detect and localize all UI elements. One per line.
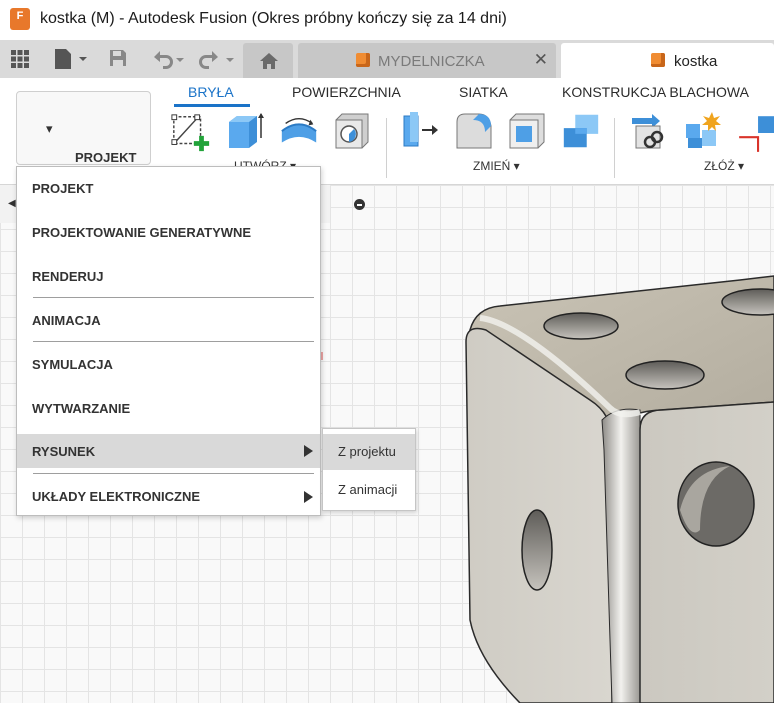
group-label-zloz[interactable]: ZŁÓŻ ▾ bbox=[704, 159, 744, 173]
submenu-item-z-projektu[interactable]: Z projektu bbox=[323, 434, 415, 470]
window-title: kostka (M) - Autodesk Fusion (Okres prób… bbox=[40, 10, 507, 27]
tab-label: MYDELNICZKA bbox=[378, 53, 485, 70]
logo-letter: F bbox=[16, 10, 24, 22]
menu-item-renderuj[interactable]: RENDERUJ bbox=[17, 255, 320, 297]
submenu-arrow-icon bbox=[304, 491, 313, 503]
menu-item-wytwarzanie[interactable]: WYTWARZANIE bbox=[17, 387, 320, 429]
grid-apps-icon[interactable] bbox=[10, 49, 30, 69]
tab-powierzchnia[interactable]: POWIERZCHNIA bbox=[292, 84, 401, 100]
joint-icon[interactable] bbox=[682, 110, 724, 152]
tab-kostka[interactable]: kostka bbox=[561, 43, 774, 80]
menu-item-symulacja[interactable]: SYMULACJA bbox=[17, 343, 320, 385]
as-built-joint-icon[interactable] bbox=[736, 112, 774, 154]
title-bar: F kostka (M) - Autodesk Fusion (Okres pr… bbox=[0, 0, 774, 40]
undo-icon[interactable] bbox=[150, 48, 186, 70]
menu-item-projekt[interactable]: PROJEKT bbox=[17, 167, 320, 209]
submenu-arrow-icon bbox=[304, 445, 313, 457]
component-cube-icon bbox=[356, 53, 370, 67]
menu-divider bbox=[33, 341, 314, 342]
shell-icon[interactable] bbox=[506, 110, 548, 152]
new-component-icon[interactable] bbox=[628, 110, 670, 152]
tab-konstrukcja-blachowa[interactable]: KONSTRUKCJA BLACHOWA bbox=[562, 84, 749, 100]
component-cube-icon bbox=[651, 53, 665, 67]
save-icon[interactable] bbox=[108, 48, 128, 68]
ribbon-separator bbox=[386, 118, 387, 178]
workspace-switcher-button[interactable]: PROJEKT ▾ bbox=[16, 91, 151, 165]
extrude-icon[interactable] bbox=[225, 110, 267, 152]
tab-label: kostka bbox=[674, 53, 718, 70]
menu-item-rysunek[interactable]: RYSUNEK bbox=[17, 434, 320, 468]
collapse-left-icon[interactable]: ◀ bbox=[8, 198, 16, 209]
drawing-submenu: Z projektu Z animacji bbox=[322, 428, 416, 511]
file-icon[interactable] bbox=[53, 47, 89, 71]
active-tab-indicator bbox=[174, 104, 250, 107]
workspace-menu: PROJEKT PROJEKTOWANIE GENERATYWNE RENDER… bbox=[16, 166, 321, 516]
menu-item-uklady-elektroniczne[interactable]: UKŁADY ELEKTRONICZNE bbox=[17, 475, 320, 517]
fillet-icon[interactable] bbox=[453, 110, 495, 152]
workspace-label: PROJEKT ▾ bbox=[46, 121, 137, 165]
redo-icon[interactable] bbox=[198, 48, 236, 70]
tab-mydelniczka[interactable]: MYDELNICZKA ✕ bbox=[298, 43, 556, 78]
revolve-icon[interactable] bbox=[278, 112, 320, 154]
tab-bryla[interactable]: BRYŁA bbox=[188, 84, 234, 100]
tab-siatka[interactable]: SIATKA bbox=[459, 84, 508, 100]
close-icon[interactable]: ✕ bbox=[534, 50, 548, 70]
menu-item-animacja[interactable]: ANIMACJA bbox=[17, 299, 320, 341]
menu-divider bbox=[33, 297, 314, 298]
home-icon bbox=[260, 53, 278, 69]
press-pull-icon[interactable] bbox=[400, 110, 442, 152]
hole-icon[interactable] bbox=[332, 110, 374, 152]
group-label-zmien[interactable]: ZMIEŃ ▾ bbox=[473, 159, 520, 173]
menu-item-projektowanie-generatywne[interactable]: PROJEKTOWANIE GENERATYWNE bbox=[17, 211, 320, 253]
combine-icon[interactable] bbox=[560, 110, 602, 152]
create-sketch-icon[interactable] bbox=[170, 112, 212, 154]
menu-divider bbox=[33, 473, 314, 474]
home-tab[interactable] bbox=[243, 43, 293, 78]
ribbon-separator bbox=[614, 118, 615, 178]
minus-circle-icon[interactable] bbox=[354, 199, 365, 210]
submenu-item-z-animacji[interactable]: Z animacji bbox=[323, 472, 415, 508]
fusion-logo-icon: F bbox=[10, 8, 30, 30]
